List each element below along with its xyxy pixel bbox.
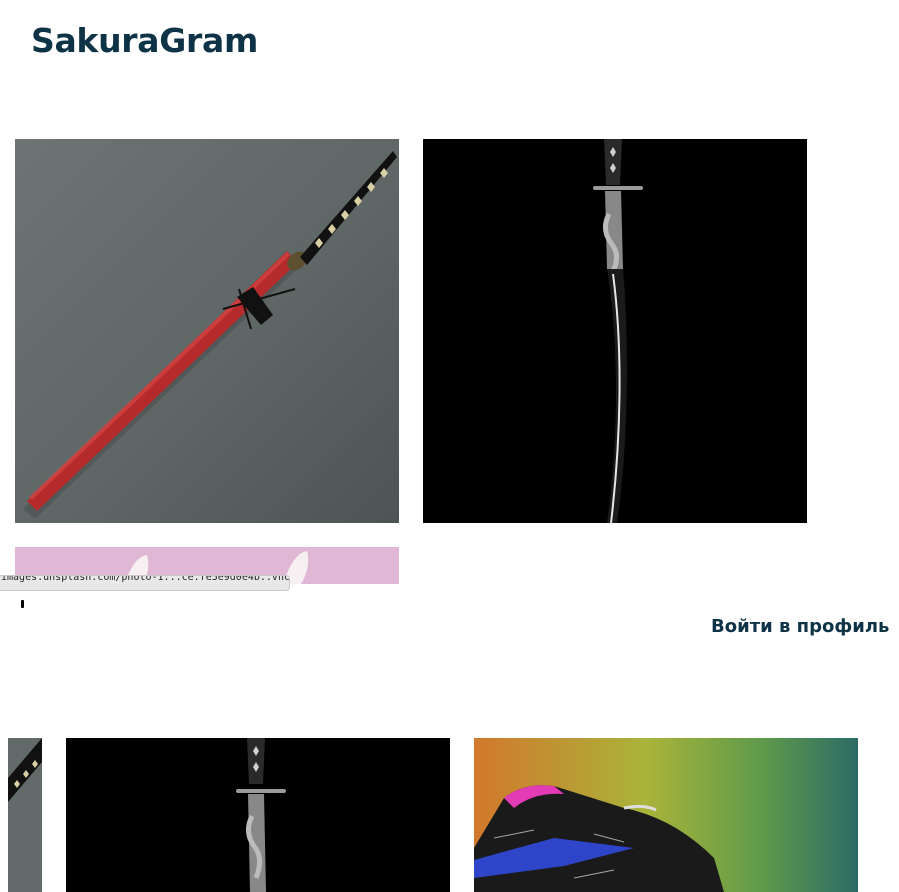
gallery-photo[interactable] <box>8 738 42 892</box>
katana-hilt-image <box>8 738 42 892</box>
gallery-photo[interactable] <box>474 738 858 892</box>
brand-logo[interactable]: SakuraGram <box>31 19 258 63</box>
gallery-photo[interactable] <box>423 139 807 523</box>
login-link[interactable]: Войти в профиль <box>711 615 889 639</box>
gallery-photo[interactable] <box>66 738 450 892</box>
katana-red-image <box>15 139 399 523</box>
status-url-tooltip: images.unsplash.com/photo-1...ce.fe5e9d0… <box>0 575 290 591</box>
katana-black-image <box>423 139 807 523</box>
sneaker-image <box>474 738 858 892</box>
gallery-photo[interactable] <box>15 139 399 523</box>
katana-black-image-2 <box>66 738 450 892</box>
text-cursor <box>21 600 24 608</box>
